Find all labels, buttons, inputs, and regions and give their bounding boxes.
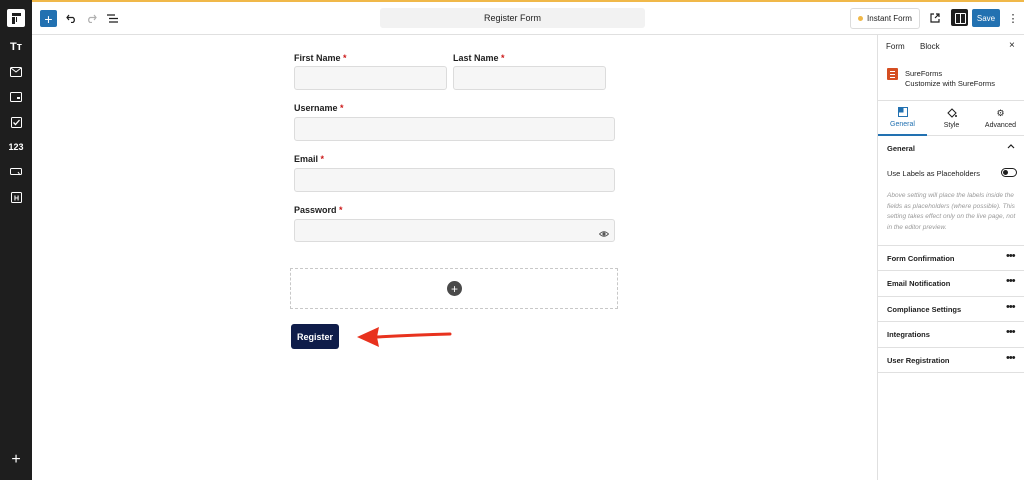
section-compliance-settings[interactable]: Compliance Settings ••• <box>878 296 1024 322</box>
register-button[interactable]: Register <box>291 324 339 349</box>
external-link-icon[interactable] <box>926 9 944 27</box>
section-label: Integrations <box>887 330 930 339</box>
password-label: Password * <box>294 205 343 215</box>
email-field[interactable] <box>294 168 615 192</box>
section-integrations[interactable]: Integrations ••• <box>878 321 1024 347</box>
email-icon[interactable] <box>6 62 26 82</box>
section-label: Form Confirmation <box>887 254 955 263</box>
show-password-icon[interactable] <box>598 226 610 237</box>
tab-general-label: General <box>890 121 915 128</box>
checkbox-icon[interactable] <box>6 112 26 132</box>
block-inserter-button[interactable]: + <box>40 10 57 27</box>
button-icon[interactable] <box>6 162 26 182</box>
paint-bucket-icon <box>946 108 957 118</box>
instant-form-label: Instant Form <box>867 14 912 23</box>
form-title-field[interactable]: Register Form <box>380 8 645 28</box>
save-button[interactable]: Save <box>972 9 1000 27</box>
general-section-title[interactable]: General <box>887 144 915 153</box>
more-options-icon[interactable]: ⋮ <box>1007 9 1019 27</box>
general-icon <box>897 107 908 117</box>
tab-style-label: Style <box>943 122 960 129</box>
labels-as-placeholders-toggle[interactable] <box>1001 168 1017 177</box>
settings-panel: Form Block × SureForms Customize with Su… <box>877 35 1024 480</box>
settings-panel-toggle-button[interactable] <box>951 9 968 26</box>
more-dots-icon[interactable]: ••• <box>1006 326 1016 338</box>
list-view-icon[interactable] <box>103 9 121 27</box>
annotation-arrow-icon <box>357 327 452 347</box>
section-label: User Registration <box>887 356 950 365</box>
add-block-button[interactable]: + <box>447 281 462 296</box>
tab-form[interactable]: Form <box>886 42 905 51</box>
section-form-confirmation[interactable]: Form Confirmation ••• <box>878 245 1024 271</box>
settings-sub-tabs: General Style ⚙ Advanced <box>878 100 1024 136</box>
first-name-label: First Name * <box>294 53 347 63</box>
block-sidebar: Tт 123 H + <box>0 0 32 480</box>
more-dots-icon[interactable]: ••• <box>1006 301 1016 313</box>
chevron-up-icon[interactable] <box>1007 142 1015 151</box>
heading-icon[interactable]: H <box>6 187 26 207</box>
gear-icon: ⚙ <box>996 107 1005 118</box>
tab-block[interactable]: Block <box>920 42 940 51</box>
status-dot-icon <box>858 16 864 21</box>
tab-style[interactable]: Style <box>927 101 976 136</box>
redo-icon[interactable] <box>82 9 100 27</box>
section-label: Compliance Settings <box>887 305 962 314</box>
close-icon[interactable]: × <box>1009 40 1015 51</box>
number-icon[interactable]: 123 <box>6 137 26 157</box>
undo-icon[interactable] <box>62 9 80 27</box>
last-name-label: Last Name * <box>453 53 505 63</box>
sureforms-icon <box>887 68 898 80</box>
tab-advanced[interactable]: ⚙ Advanced <box>976 101 1024 136</box>
email-label: Email * <box>294 154 325 164</box>
panel-tabs: Form Block × <box>878 35 1024 59</box>
plugin-name: SureForms <box>905 69 943 78</box>
last-name-field[interactable] <box>453 66 606 90</box>
tab-general[interactable]: General <box>878 101 927 136</box>
password-field[interactable] <box>294 219 615 242</box>
instant-form-button[interactable]: Instant Form <box>850 8 920 29</box>
labels-as-placeholders-label: Use Labels as Placeholders <box>887 169 980 178</box>
more-dots-icon[interactable]: ••• <box>1006 275 1016 287</box>
more-dots-icon[interactable]: ••• <box>1006 250 1016 262</box>
svg-text:H: H <box>13 195 18 202</box>
plugin-description: Customize with SureForms <box>905 79 996 88</box>
first-name-field[interactable] <box>294 66 447 90</box>
tab-advanced-label: Advanced <box>984 122 1017 129</box>
add-block-area[interactable]: + <box>290 268 618 309</box>
section-user-registration[interactable]: User Registration ••• <box>878 347 1024 373</box>
section-label: Email Notification <box>887 279 951 288</box>
top-toolbar: + Register Form Instant Form Save ⋮ <box>32 2 1024 35</box>
add-block-sidebar-button[interactable]: + <box>0 448 32 472</box>
section-email-notification[interactable]: Email Notification ••• <box>878 270 1024 296</box>
username-field[interactable] <box>294 117 615 141</box>
sureforms-logo-icon[interactable] <box>7 9 25 27</box>
more-dots-icon[interactable]: ••• <box>1006 352 1016 364</box>
input-icon[interactable] <box>6 87 26 107</box>
username-label: Username * <box>294 103 344 113</box>
placeholder-help-text: Above setting will place the labels insi… <box>887 192 1016 231</box>
text-icon[interactable]: Tт <box>6 37 26 57</box>
